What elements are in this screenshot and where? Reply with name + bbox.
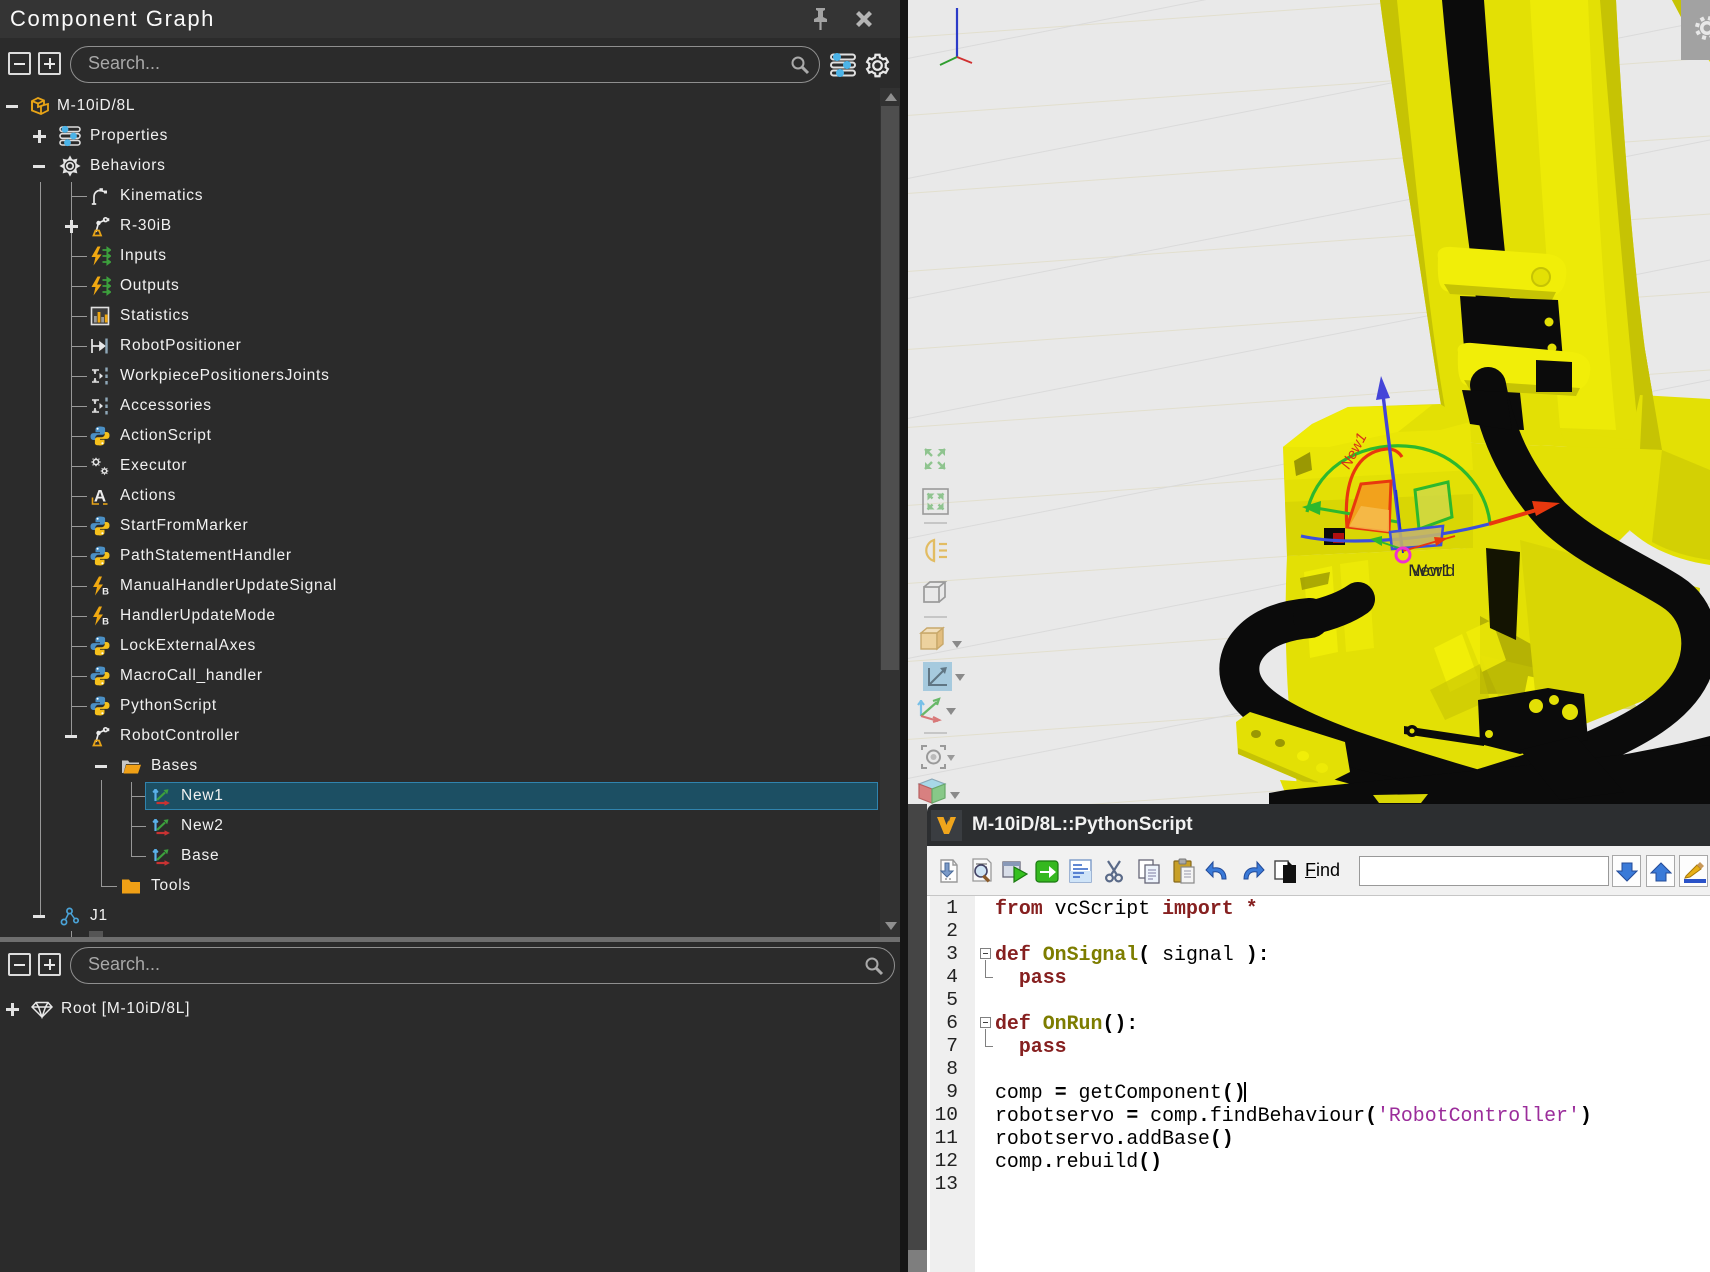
svg-text:New1: New1 — [1408, 561, 1451, 580]
svg-text:B: B — [102, 587, 109, 598]
svg-text:B: B — [102, 617, 109, 628]
svg-text:A: A — [94, 487, 106, 506]
